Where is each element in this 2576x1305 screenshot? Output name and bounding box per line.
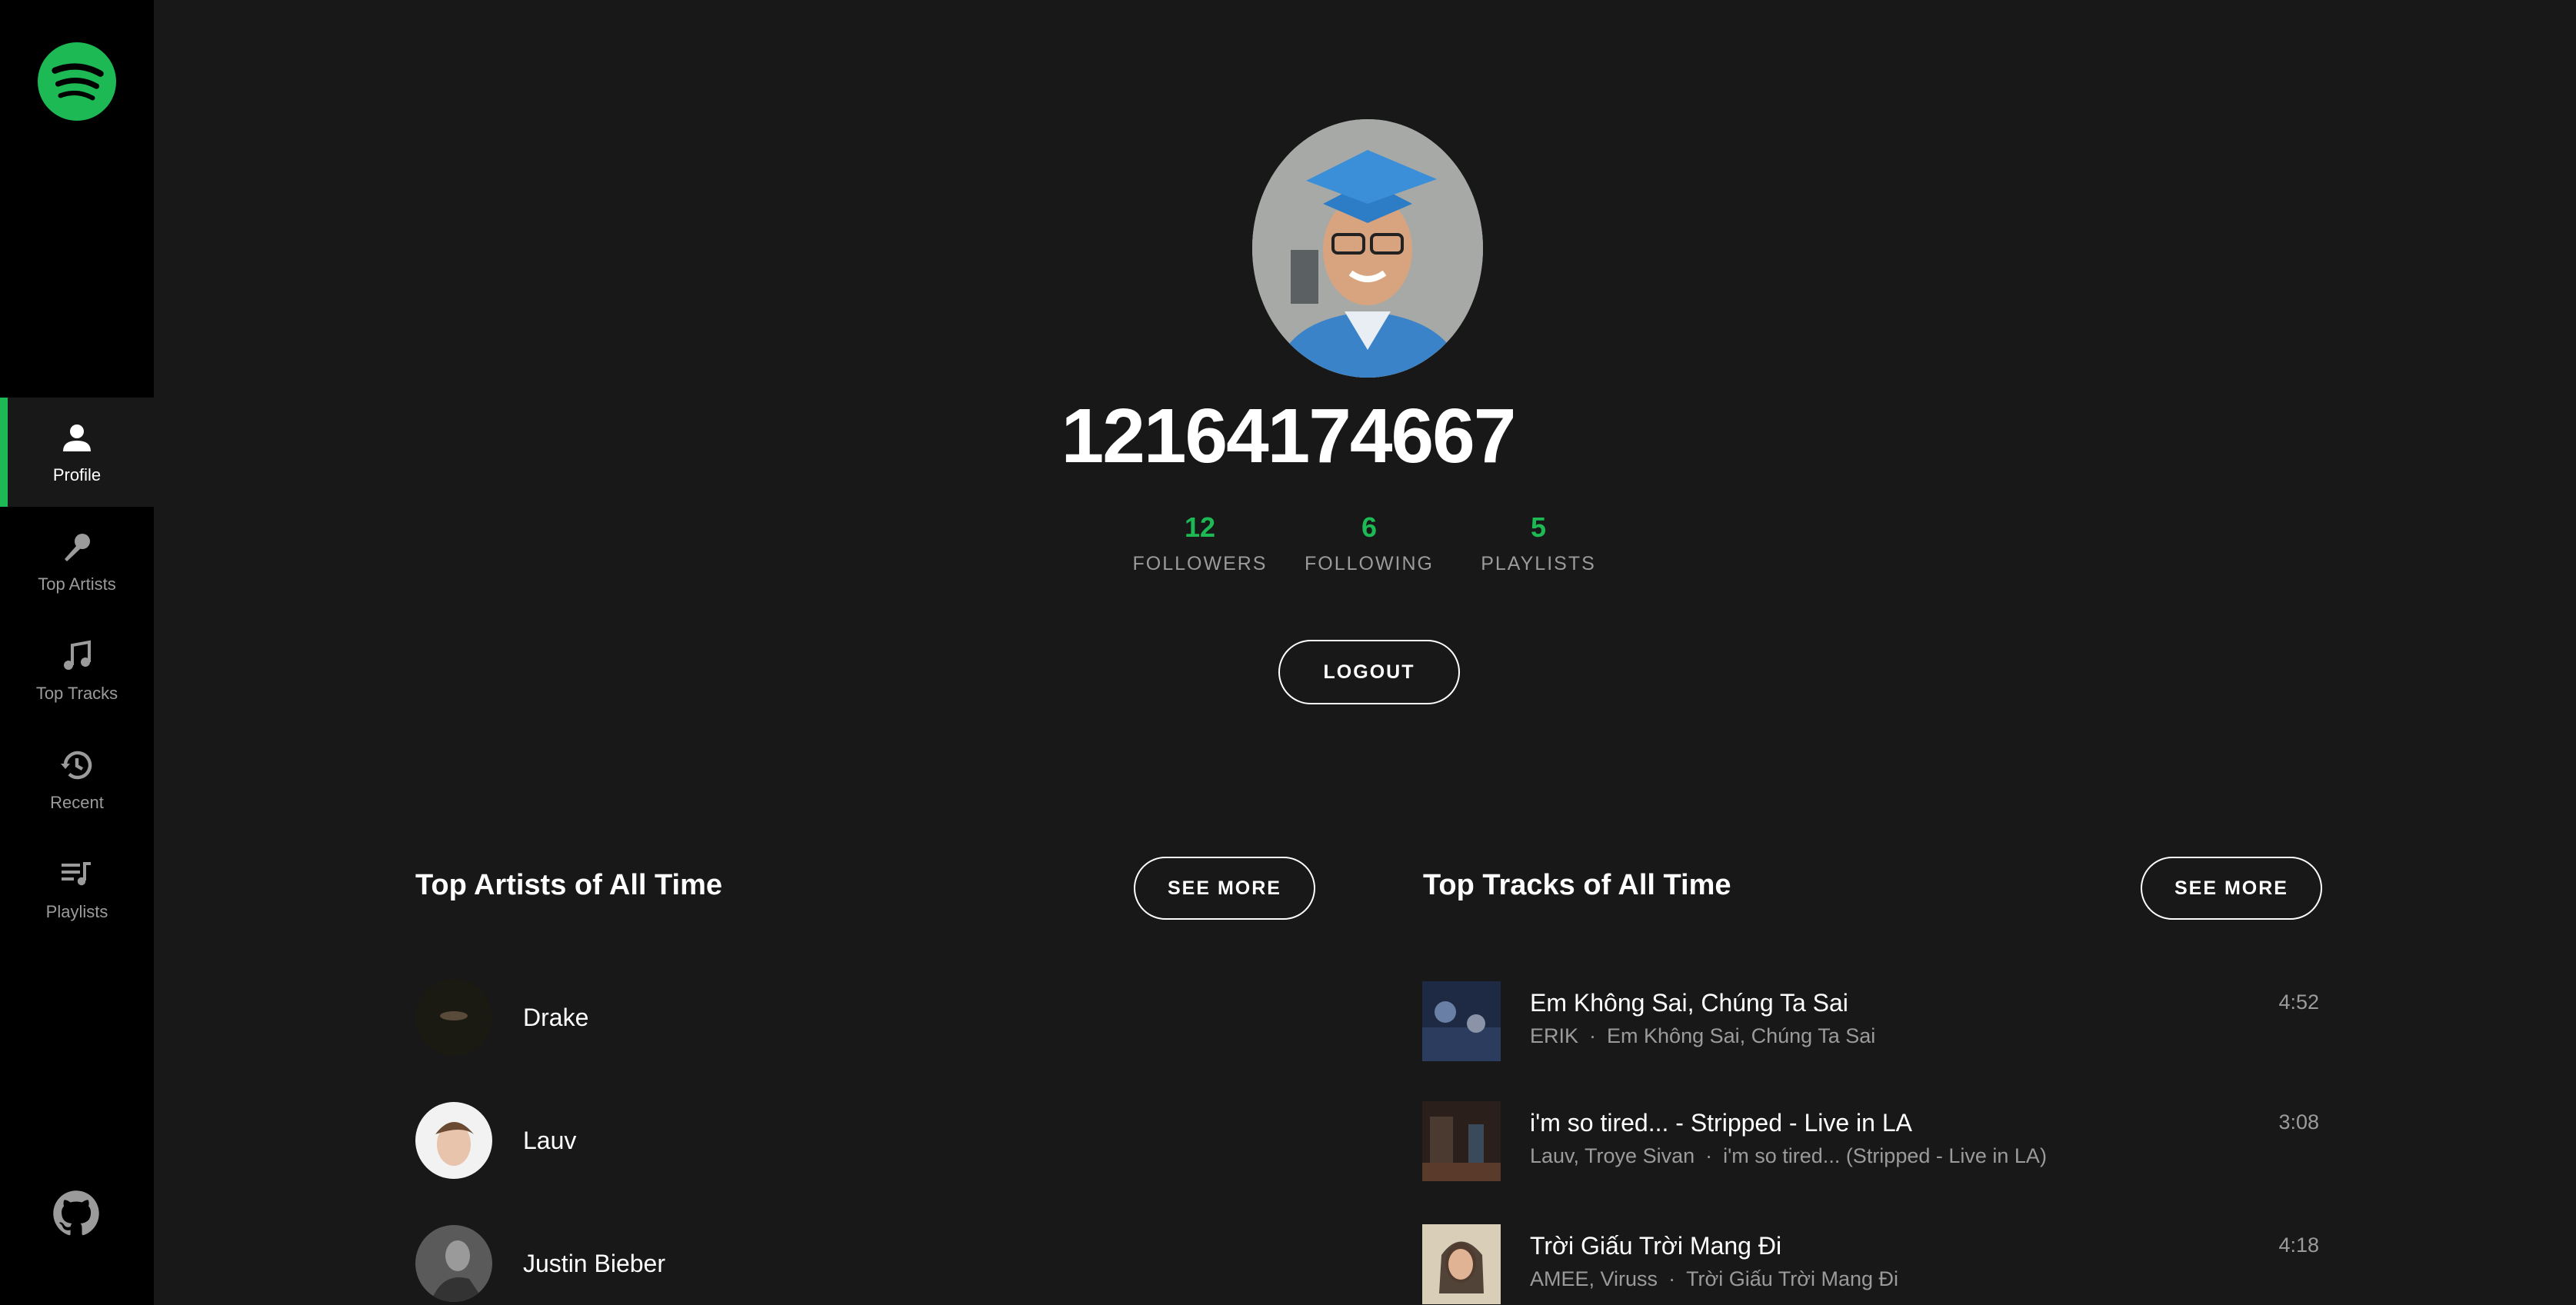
separator: · (1705, 1144, 1713, 1167)
track-album: Em Không Sai, Chúng Ta Sai (1607, 1024, 1876, 1047)
microphone-icon (65, 534, 90, 561)
separator: · (1589, 1024, 1597, 1047)
stat-value: 5 (1530, 511, 1547, 543)
track-item[interactable]: Em Không Sai, Chúng Ta Sai ERIK · Em Không… (1422, 981, 2319, 1061)
username: 12164174667 (1061, 393, 1517, 479)
artist-image (415, 979, 492, 1056)
artist-name: Drake (523, 1003, 589, 1031)
stat-label: PLAYLISTS (1481, 553, 1596, 574)
sidebar-item-label: Top Tracks (35, 684, 118, 703)
see-more-tracks-button[interactable]: SEE MORE (2141, 857, 2322, 920)
stat-label: FOLLOWING (1304, 553, 1434, 574)
sidebar-item-recent[interactable]: Recent (0, 725, 154, 834)
history-icon (61, 751, 92, 780)
sidebar-item-top-artists[interactable]: Top Artists (0, 507, 154, 616)
avatar (1252, 119, 1483, 378)
artist-image (415, 1225, 492, 1302)
sidebar-item-label: Recent (50, 793, 104, 812)
stat-playlists: 5 PLAYLISTS (1461, 511, 1615, 575)
track-name: i'm so tired... - Stripped - Live in LA (1530, 1109, 1912, 1137)
artist-image (415, 1102, 492, 1179)
album-cover (1422, 981, 1501, 1061)
track-meta: AMEE, Viruss · Trời Giấu Trời Mang Đi (1530, 1267, 1898, 1291)
stat-following: 6 FOLLOWING (1292, 511, 1446, 575)
track-meta: ERIK · Em Không Sai, Chúng Ta Sai (1530, 1024, 1875, 1048)
github-icon[interactable] (52, 1190, 100, 1237)
spotify-logo-icon[interactable] (38, 42, 116, 121)
album-cover (1422, 1224, 1501, 1304)
separator: · (1668, 1267, 1676, 1290)
top-artists-title: Top Artists of All Time (415, 869, 723, 901)
track-artists: Lauv, Troye Sivan (1530, 1144, 1695, 1167)
track-duration: 4:18 (2278, 1233, 2319, 1257)
stat-value: 6 (1361, 511, 1378, 543)
track-duration: 3:08 (2278, 1110, 2319, 1134)
sidebar-item-label: Playlists (45, 902, 108, 921)
sidebar-item-playlists[interactable]: Playlists (0, 834, 154, 944)
profile-stats: 12 FOLLOWERS 6 FOLLOWING 5 PLAYLISTS (1123, 511, 1615, 575)
artist-item[interactable]: Drake (415, 979, 588, 1056)
track-artists: ERIK (1530, 1024, 1579, 1047)
track-album: Trời Giấu Trời Mang Đi (1686, 1267, 1899, 1290)
stat-value: 12 (1184, 511, 1216, 543)
artist-name: Justin Bieber (523, 1249, 665, 1277)
sidebar: Profile Top Artists Top Tracks Recent Pl… (0, 0, 154, 1305)
artist-item[interactable]: Lauv (415, 1102, 576, 1179)
playlist-icon (62, 862, 91, 886)
stat-label: FOLLOWERS (1132, 553, 1268, 574)
top-tracks-title: Top Tracks of All Time (1423, 869, 1731, 901)
artist-name: Lauv (523, 1126, 577, 1154)
track-item[interactable]: i'm so tired... - Stripped - Live in LA … (1422, 1101, 2319, 1181)
music-note-icon (64, 640, 91, 670)
track-duration: 4:52 (2278, 990, 2319, 1014)
track-name: Em Không Sai, Chúng Ta Sai (1530, 989, 1848, 1017)
logout-button[interactable]: LOGOUT (1278, 640, 1460, 704)
track-artists: AMEE, Viruss (1530, 1267, 1658, 1290)
track-name: Trời Giấu Trời Mang Đi (1530, 1232, 1782, 1260)
sidebar-item-top-tracks[interactable]: Top Tracks (0, 616, 154, 725)
artist-item[interactable]: Justin Bieber (415, 1225, 665, 1302)
track-item[interactable]: Trời Giấu Trời Mang Đi AMEE, Viruss · Trời… (1422, 1224, 2319, 1304)
track-album: i'm so tired... (Stripped - Live in LA) (1723, 1144, 2047, 1167)
profile-photo (1252, 119, 1483, 378)
track-meta: Lauv, Troye Sivan · i'm so tired... (Strip… (1530, 1144, 2047, 1168)
see-more-artists-button[interactable]: SEE MORE (1134, 857, 1315, 920)
album-cover (1422, 1101, 1501, 1181)
stat-followers: 12 FOLLOWERS (1123, 511, 1277, 575)
sidebar-item-label: Top Artists (38, 574, 116, 594)
